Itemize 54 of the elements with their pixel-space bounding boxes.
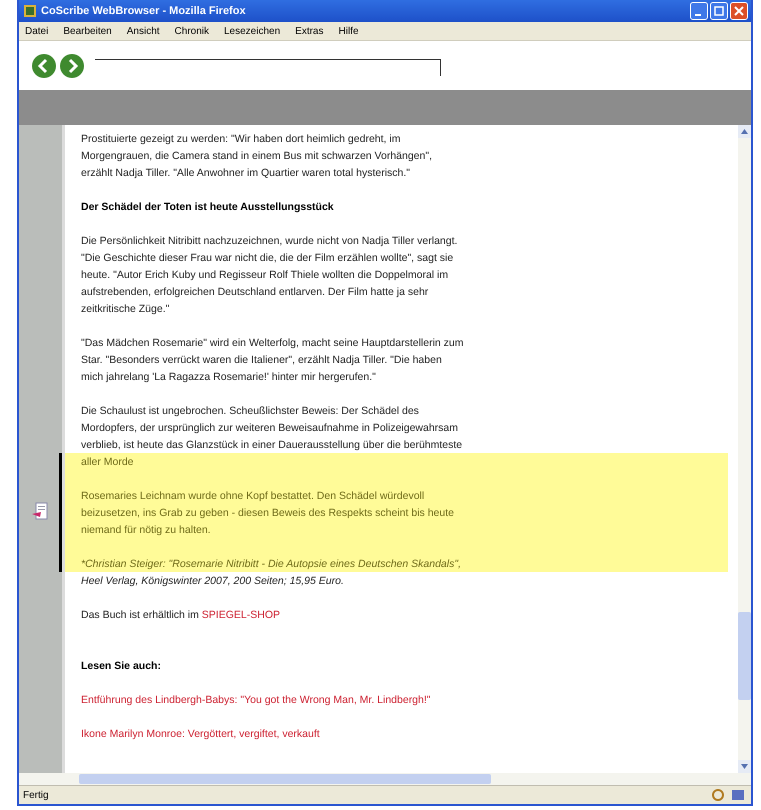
article-text: heute. "Autor Erich Kuby und Regisseur Rolf Thiele wollten die Doppelmoral im — [81, 268, 448, 280]
status-icon — [711, 788, 725, 802]
article-text: Prostituierte gezeigt zu werden: "Wir haben dort heimlich gedreht, im — [81, 132, 400, 144]
footnote-text: Heel Verlag, Königswinter 2007, 200 Seiten; 15,95 Euro. — [81, 574, 344, 586]
article-text: "Die Geschichte dieser Frau war nicht die, die der Film erzählen wollte", sagt sie — [81, 252, 454, 264]
footnote-text: *Christian Steiger: "Rosemarie Nitribitt - Die Autopsie eines Deutschen Skandals", — [81, 558, 461, 570]
address-field[interactable] — [95, 59, 441, 76]
section-heading: Lesen Sie auch: — [81, 660, 161, 672]
horizontal-scrollbar[interactable] — [19, 773, 751, 785]
article-text: zeitkritische Züge." — [81, 302, 170, 314]
back-button[interactable] — [31, 52, 57, 78]
maximize-icon — [713, 5, 725, 17]
app-icon — [24, 5, 36, 17]
article-text: Rosemaries Leichnam wurde ohne Kopf bestattet. Den Schädel würdevoll — [81, 490, 424, 502]
minimize-button[interactable] — [690, 2, 708, 20]
menu-item[interactable]: Bearbeiten — [63, 26, 112, 36]
article-text: erzählt Nadja Tiller. "Alle Anwohner im Quartier waren total hysterisch." — [81, 166, 410, 178]
scroll-down-icon[interactable] — [738, 760, 751, 773]
minimize-icon — [694, 14, 700, 16]
article-text: mich jahrelang 'La Ragazza Rosemarie!' hinter mir hergerufen." — [81, 370, 376, 382]
article-text: Morgengrauen, die Camera stand in einem Bus mit schwarzen Vorhängen", — [81, 150, 432, 162]
status-text: Fertig — [23, 790, 49, 800]
scroll-thumb[interactable] — [738, 612, 751, 700]
close-icon — [733, 5, 745, 17]
article-text: beizusetzen, ins Grab zu geben - diesen Beweis des Respekts scheint bis heute — [81, 506, 454, 518]
shop-link[interactable]: SPIEGEL-SHOP — [202, 608, 280, 620]
article-text: Die Persönlichkeit Nitribitt nachzuzeichnen, wurde nicht von Nadja Tiller verlangt. — [81, 234, 458, 246]
scroll-thumb[interactable] — [79, 774, 491, 784]
article-text: Die Schaulust ist ungebrochen. Scheußlichster Beweis: Der Schädel des — [81, 404, 419, 416]
scroll-up-icon[interactable] — [738, 125, 751, 138]
article-text: Das Buch ist erhältlich im SPIEGEL-SHOP — [81, 608, 280, 620]
article-link[interactable]: Ikone Marilyn Monroe: Vergöttert, vergiftet, verkauft — [81, 728, 320, 740]
article-link[interactable]: Entführung des Lindbergh-Babys: "You got the Wrong Man, Mr. Lindbergh!" — [81, 694, 431, 706]
note-icon[interactable] — [31, 502, 49, 522]
article-text: verblieb, ist heute das Glanzstück in einer Dauerausstellung über die berühmteste — [81, 438, 462, 450]
vertical-scrollbar[interactable] — [738, 125, 751, 773]
section-heading: Der Schädel der Toten ist heute Ausstellungsstück — [81, 200, 334, 212]
menu-item[interactable]: Chronik — [174, 26, 209, 36]
window-title: CoScribe WebBrowser - Mozilla Firefox — [41, 5, 246, 17]
article-text: niemand für nötig zu halten. — [81, 524, 211, 536]
forward-button[interactable] — [59, 52, 85, 78]
menu-item[interactable]: Lesezeichen — [224, 26, 280, 36]
article-text: aufstrebenden, erfolgreichen Deutschland entlarven. Der Film hatte ja sehr — [81, 286, 428, 298]
menu-item[interactable]: Ansicht — [126, 26, 160, 36]
menu-item[interactable]: Datei — [25, 26, 48, 36]
close-button[interactable] — [730, 2, 748, 20]
status-icon — [731, 788, 745, 802]
menu-item[interactable]: Extras — [295, 26, 324, 36]
menu-item[interactable]: Hilfe — [338, 26, 359, 36]
article-text: Mordopfers, der ursprünglich zur weiteren Beweisaufnahme in Polizeigewahrsam — [81, 422, 458, 434]
maximize-button[interactable] — [710, 2, 728, 20]
article-text: aller Morde — [81, 456, 134, 468]
article-text: Star. "Besonders verrückt waren die Italiener", erzählt Nadja Tiller. "Die haben — [81, 354, 442, 366]
article-text: "Das Mädchen Rosemarie" wird ein Welterfolg, macht seine Hauptdarstellerin zum — [81, 336, 464, 348]
